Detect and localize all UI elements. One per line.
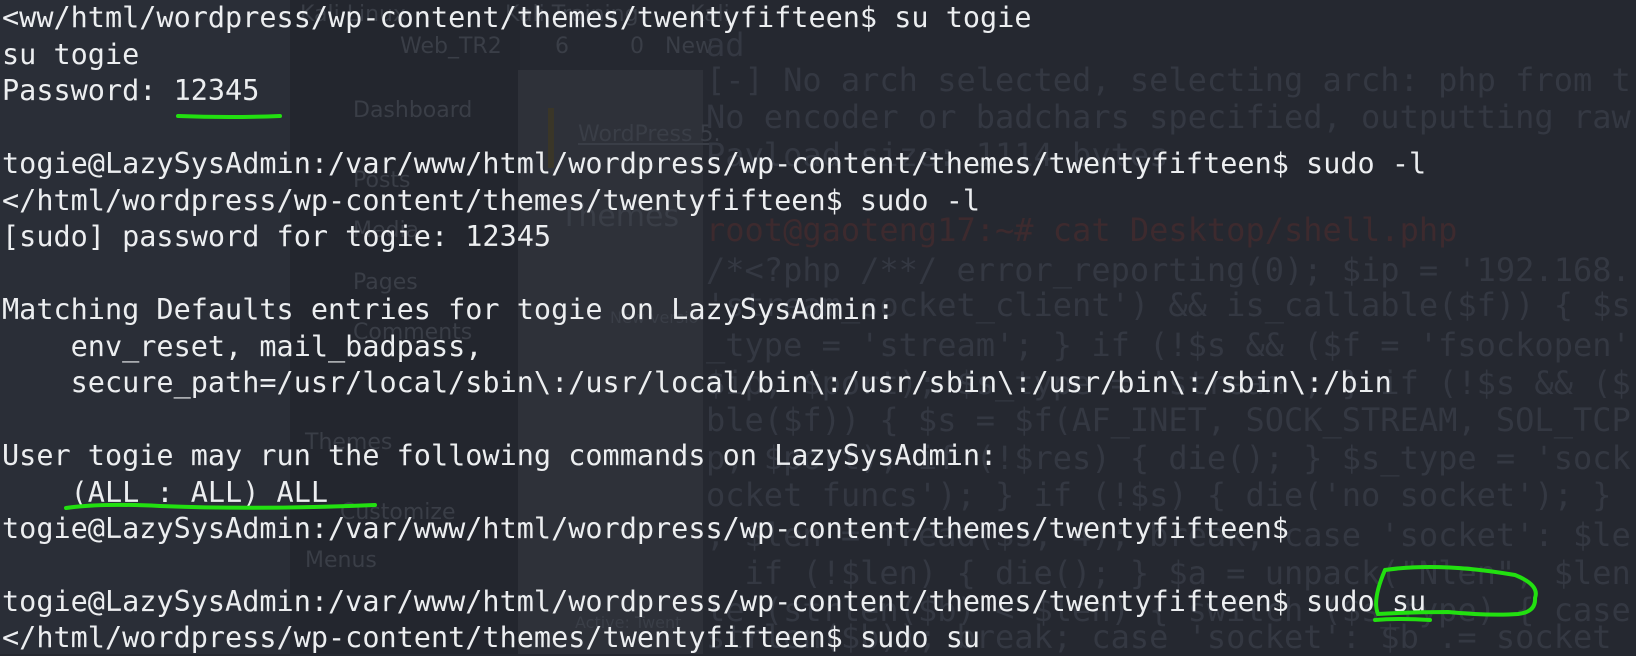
underline-password — [176, 114, 282, 119]
underline-sudo-rights — [64, 502, 377, 510]
circle-sudo-su — [1373, 564, 1538, 622]
annotation-overlay — [64, 114, 1538, 622]
